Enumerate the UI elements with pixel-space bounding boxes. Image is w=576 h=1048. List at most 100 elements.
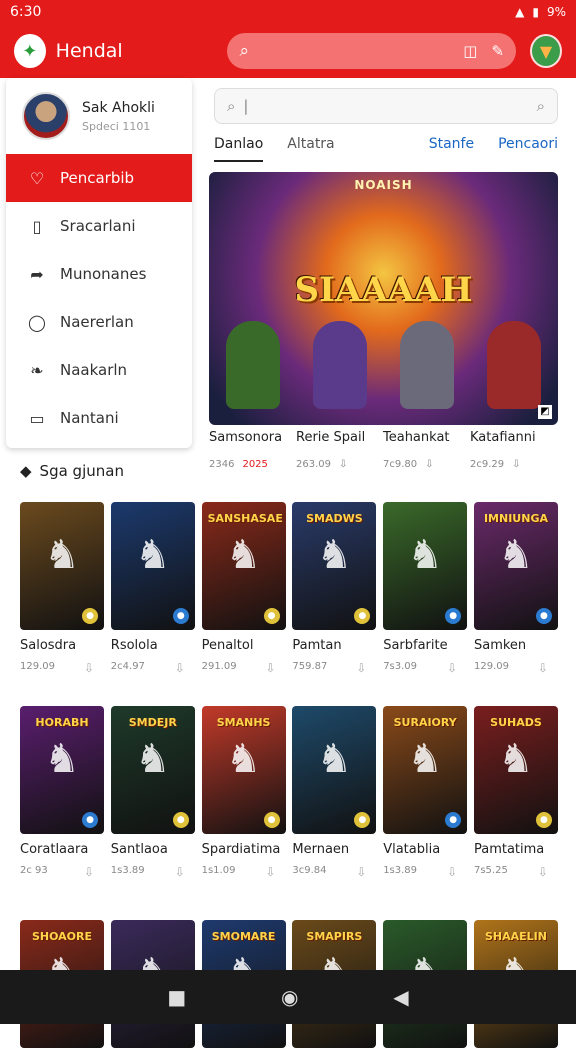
back-icon[interactable]: ◀ — [393, 985, 408, 1009]
drawer-item-4[interactable]: ❧ Naakarln — [6, 346, 192, 394]
game-card[interactable]: SMADWS♞●Pamtan759.87⇩ — [292, 502, 378, 675]
user-profile[interactable]: Sak Ahokli Spdeci 1101 — [6, 78, 192, 154]
platform-badge-icon: ● — [264, 812, 280, 828]
download-icon[interactable]: ⇩ — [538, 865, 548, 879]
game-title: Spardiatima — [202, 842, 288, 857]
camera-icon[interactable]: ◫ — [463, 42, 477, 60]
character-icon: ♞ — [202, 736, 286, 782]
game-banner-text: SANSHASAE — [208, 512, 280, 525]
drawer-item-5[interactable]: ▭ Nantani — [6, 394, 192, 442]
game-grid-row: ♞●Salosdra129.09⇩♞●Rsolola2c4.97⇩SANSHAS… — [20, 502, 560, 675]
game-card[interactable]: HORABH♞●Coratlaara2c 93⇩ — [20, 706, 106, 879]
character-icon: ♞ — [20, 532, 104, 578]
platform-badge-icon: ● — [354, 608, 370, 624]
hero-badge: NOAISH — [354, 178, 412, 192]
character-icon: ♞ — [111, 532, 195, 578]
featured-item[interactable]: Katafianni 2c9.29⇩ — [470, 430, 557, 470]
recents-icon[interactable]: ■ — [167, 985, 186, 1009]
download-icon: ⇩ — [512, 459, 520, 470]
download-icon[interactable]: ⇩ — [84, 661, 94, 675]
download-icon[interactable]: ⇩ — [266, 865, 276, 879]
drawer-item-1[interactable]: ▯ Sracarlani — [6, 202, 192, 250]
game-banner-text: SMOMARE — [208, 930, 280, 943]
download-icon[interactable]: ⇩ — [84, 865, 94, 879]
download-icon[interactable]: ⇩ — [447, 865, 457, 879]
download-icon[interactable]: ⇩ — [175, 661, 185, 675]
featured-item[interactable]: Samsonora 23462025 — [209, 430, 296, 470]
download-icon[interactable]: ⇩ — [266, 661, 276, 675]
game-thumbnail: ♞● — [383, 502, 467, 630]
search-icon: ⌕ — [239, 41, 249, 61]
platform-badge-icon: ● — [536, 812, 552, 828]
game-card[interactable]: SUHADS♞●Pamtatima7s5.25⇩ — [474, 706, 560, 879]
home-icon[interactable]: ◉ — [281, 985, 298, 1009]
game-title: Pamtatima — [474, 842, 560, 857]
character-icon: ♞ — [474, 532, 558, 578]
tab-1[interactable]: Altatra — [287, 136, 334, 162]
game-card[interactable]: ♞● Sarbfarite 7s3.09 ⇩ — [383, 502, 469, 675]
game-banner-text: IMNIUNGA — [480, 512, 552, 525]
game-banner-text: SMADWS — [298, 512, 370, 525]
game-card[interactable]: ♞●Salosdra129.09⇩ — [20, 502, 106, 675]
game-card[interactable]: ♞ ● Mernaen 3c9.84 ⇩ — [292, 706, 378, 879]
game-card[interactable]: IMNIUNGA♞●Samken129.09⇩ — [474, 502, 560, 675]
game-card[interactable]: SANSHASAE♞●Penaltol291.09⇩ — [202, 502, 288, 675]
download-icon[interactable]: ⇩ — [356, 661, 366, 675]
game-banner-text: SHOAORE — [26, 930, 98, 943]
top-search-bar[interactable]: ⌕ ◫ ✎ — [227, 33, 516, 69]
mic-icon[interactable]: ✎ — [491, 42, 504, 60]
platform-badge-icon: ● — [173, 608, 189, 624]
game-meta: 7s5.25 — [474, 865, 508, 879]
featured-item[interactable]: Rerie Spail 263.09⇩ — [296, 430, 383, 470]
game-banner-text: SMDEJR — [117, 716, 189, 729]
bag-icon: ◆ — [20, 462, 32, 480]
game-card[interactable]: SMANHS♞●Spardiatima1s1.09⇩ — [202, 706, 288, 879]
search-input[interactable]: ⌕ | ⌕ — [214, 88, 558, 124]
game-title: Sarbfarite — [383, 638, 469, 653]
game-meta: 2c 93 — [20, 865, 48, 879]
navigation-drawer: Sak Ahokli Spdeci 1101 ♡ Pencarbib ▯ Sra… — [6, 78, 192, 448]
drawer-item-3[interactable]: ◯ Naererlan — [6, 298, 192, 346]
heart-icon: ♡ — [28, 169, 46, 188]
game-title: Mernaen — [292, 842, 378, 857]
game-title: Pamtan — [292, 638, 378, 653]
profile-avatar-button[interactable]: ▼ — [530, 34, 562, 68]
tab-2[interactable]: Stanfe — [429, 136, 474, 162]
download-icon[interactable]: ⇩ — [538, 661, 548, 675]
game-meta: 291.09 — [202, 661, 237, 675]
platform-badge-icon: ● — [445, 812, 461, 828]
download-icon[interactable]: ⇩ — [175, 865, 185, 879]
platform-badge-icon: ● — [354, 812, 370, 828]
tab-0[interactable]: Danlao — [214, 136, 263, 162]
game-meta: 3c9.84 — [292, 865, 326, 879]
app-title: Hendal — [56, 40, 196, 62]
hero-banner[interactable]: NOAISH SIAAAAH ◩ — [209, 172, 558, 425]
download-icon[interactable]: ⇩ — [356, 865, 366, 879]
featured-item[interactable]: Teahankat 7c9.80⇩ — [383, 430, 470, 470]
character-icon: ♞ — [202, 532, 286, 578]
game-thumbnail: IMNIUNGA ♞ ● — [474, 502, 558, 630]
app-bar: ✦ Hendal ⌕ ◫ ✎ ▼ — [0, 24, 576, 78]
game-card[interactable]: SMDEJR♞●Santlaoa1s3.89⇩ — [111, 706, 197, 879]
platform-badge-icon: ● — [82, 608, 98, 624]
character-icon: ♞ — [383, 736, 467, 782]
character-icon: ♞ — [292, 736, 376, 782]
game-thumbnail: SURAIORY♞● — [383, 706, 467, 834]
game-card[interactable]: ♞●Rsolola2c4.97⇩ — [111, 502, 197, 675]
game-thumbnail: SMDEJR♞● — [111, 706, 195, 834]
drawer-item-0[interactable]: ♡ Pencarbib — [6, 154, 192, 202]
platform-badge-icon: ● — [536, 608, 552, 624]
game-meta: 7s3.09 — [383, 661, 417, 675]
game-thumbnail: SMADWS♞● — [292, 502, 376, 630]
game-banner-text: SUHADS — [480, 716, 552, 729]
tab-3[interactable]: Pencaori — [498, 136, 558, 162]
game-card[interactable]: SURAIORY♞●Vlatablia1s3.89⇩ — [383, 706, 469, 879]
app-logo-icon[interactable]: ✦ — [14, 34, 46, 68]
game-meta: 1s1.09 — [202, 865, 236, 879]
download-icon[interactable]: ⇩ — [447, 661, 457, 675]
status-bar: 6:30 ▲ ▮ 9% — [0, 0, 576, 24]
search-submit-icon[interactable]: ⌕ — [537, 97, 545, 115]
bookmark-icon: ▯ — [28, 217, 46, 236]
note-icon: ▭ — [28, 409, 46, 428]
drawer-item-2[interactable]: ➦ Munonanes — [6, 250, 192, 298]
